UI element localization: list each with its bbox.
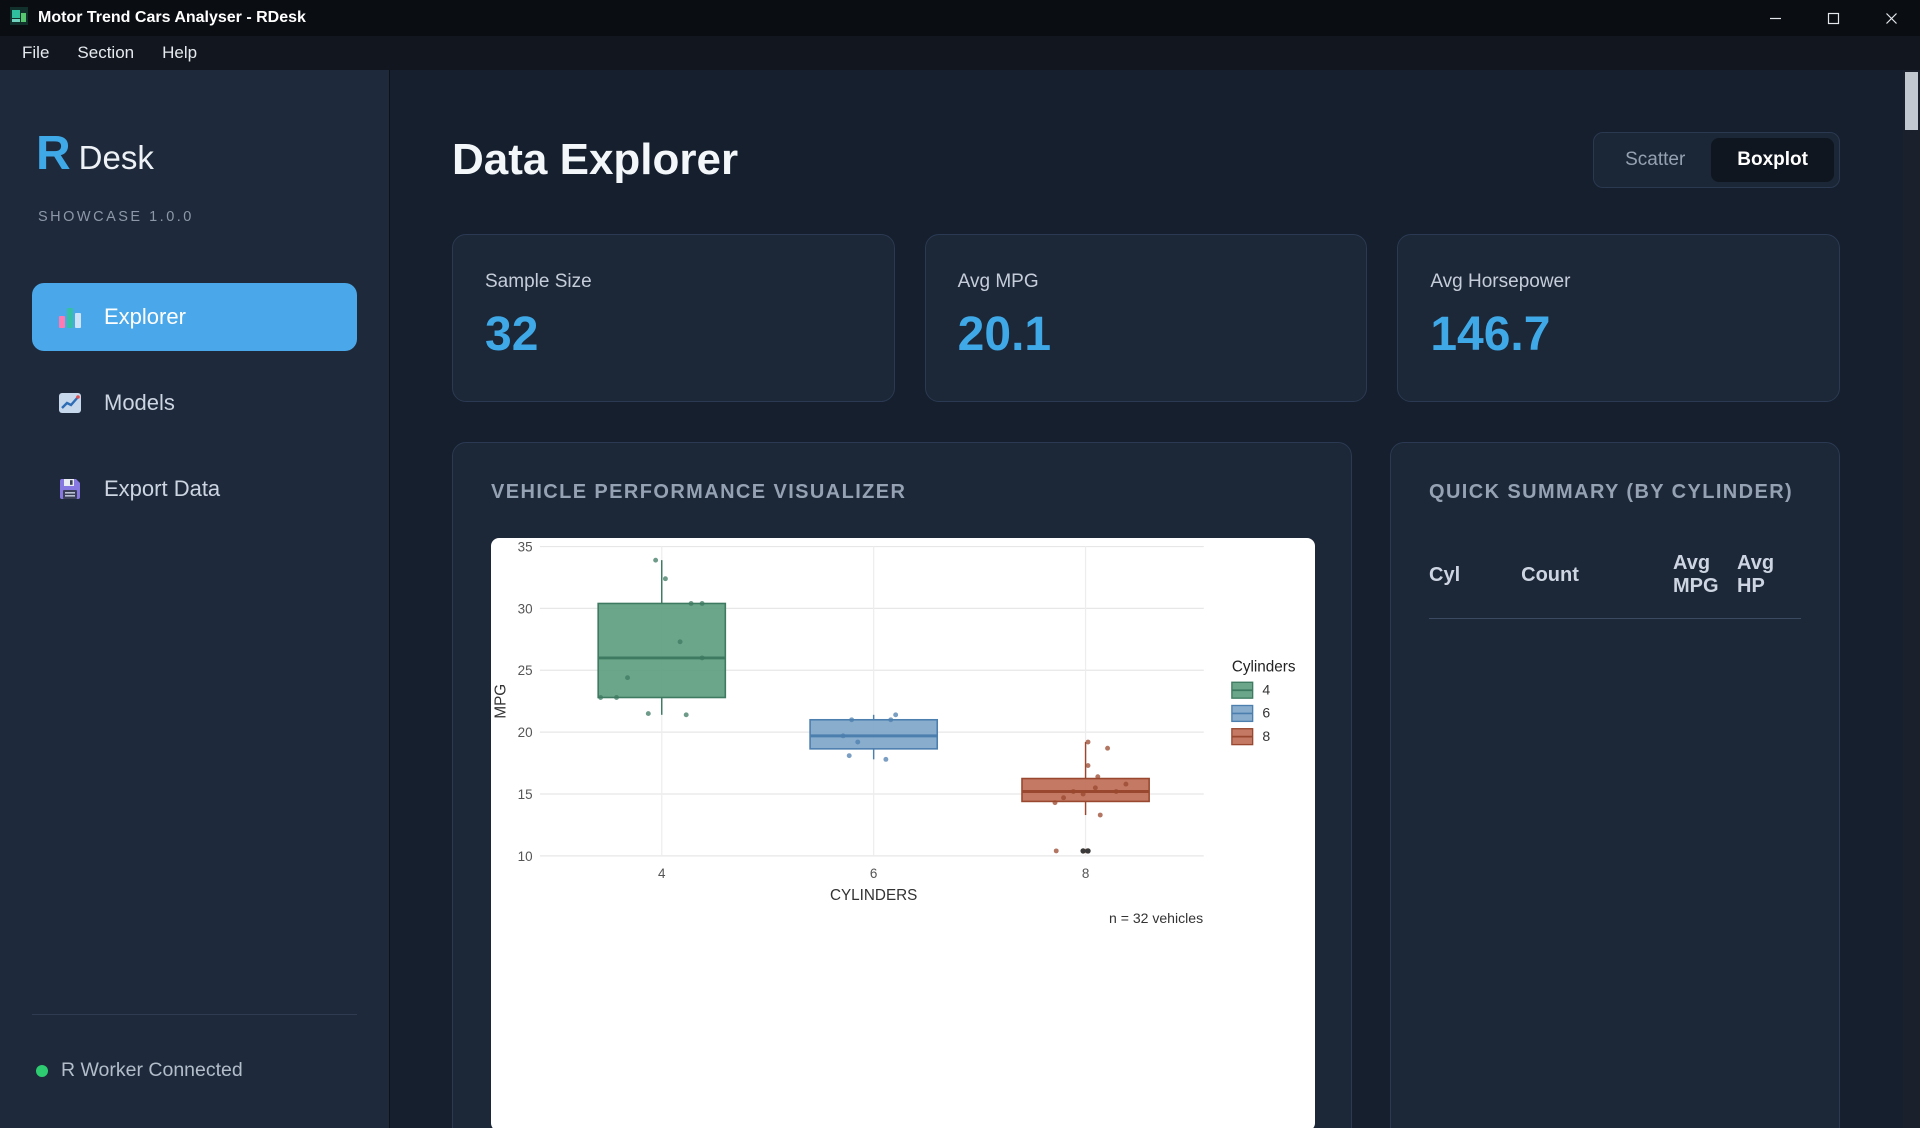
summary-col-avg-hp: Avg HP (1737, 552, 1801, 619)
stat-value: 32 (485, 307, 862, 362)
chart-type-toggle: Scatter Boxplot (1593, 132, 1840, 188)
visualizer-panel: VEHICLE PERFORMANCE VISUALIZER 10 15 20 25 3… (452, 442, 1352, 1128)
svg-text:6: 6 (870, 866, 877, 881)
maximize-button[interactable] (1804, 0, 1862, 36)
app-icon (10, 7, 28, 30)
svg-text:6: 6 (1262, 705, 1270, 721)
toggle-scatter[interactable]: Scatter (1599, 138, 1711, 182)
svg-text:15: 15 (518, 787, 533, 802)
boxplot-svg: 10 15 20 25 30 35 4 6 8 CYLINDERS MPG n = 32 vehicl… (491, 538, 1315, 1128)
sidebar-item-label: Export Data (104, 476, 220, 502)
stat-cards: Sample Size 32 Avg MPG 20.1 Avg Horsepow… (452, 234, 1840, 402)
minimize-button[interactable] (1746, 0, 1804, 36)
status-dot-icon (36, 1065, 48, 1077)
menu-bar: File Section Help (0, 36, 1920, 70)
svg-text:20: 20 (518, 725, 533, 740)
stat-label: Avg MPG (958, 271, 1335, 293)
logo-r: R (36, 126, 71, 181)
menu-help[interactable]: Help (148, 39, 211, 67)
summary-col-cyl: Cyl (1429, 552, 1521, 619)
svg-text:35: 35 (518, 539, 533, 554)
sidebar-nav: Explorer Models Export Data (32, 283, 357, 523)
visualizer-title: VEHICLE PERFORMANCE VISUALIZER (491, 481, 1313, 504)
menu-section[interactable]: Section (63, 39, 148, 67)
stat-value: 146.7 (1430, 307, 1807, 362)
boxplot-chart: 10 15 20 25 30 35 4 6 8 CYLINDERS MPG n = 32 vehicl… (491, 538, 1315, 1128)
close-button[interactable] (1862, 0, 1920, 36)
sidebar-item-explorer[interactable]: Explorer (32, 283, 357, 351)
stat-card-avg-horsepower: Avg Horsepower 146.7 (1397, 234, 1840, 402)
logo-text: Desk (79, 139, 154, 177)
stat-card-avg-mpg: Avg MPG 20.1 (925, 234, 1368, 402)
worker-status: R Worker Connected (32, 1059, 357, 1082)
summary-panel: QUICK SUMMARY (BY CYLINDER) Cyl Count Av… (1390, 442, 1840, 1128)
summary-col-count: Count (1521, 552, 1673, 619)
stat-label: Sample Size (485, 271, 862, 293)
summary-col-avg-mpg: Avg MPG (1673, 552, 1737, 619)
svg-text:Cylinders: Cylinders (1232, 658, 1296, 675)
sidebar-item-label: Explorer (104, 304, 186, 330)
stat-label: Avg Horsepower (1430, 271, 1807, 293)
svg-text:n = 32 vehicles: n = 32 vehicles (1109, 910, 1203, 926)
sidebar-bottom: R Worker Connected (32, 1014, 357, 1082)
app-logo: R Desk (32, 126, 357, 181)
sidebar-divider (32, 1014, 357, 1015)
save-icon (56, 475, 84, 503)
toggle-boxplot[interactable]: Boxplot (1711, 138, 1834, 182)
svg-text:MPG: MPG (493, 684, 510, 719)
window-title: Motor Trend Cars Analyser - RDesk (38, 9, 306, 27)
titlebar: Motor Trend Cars Analyser - RDesk (0, 0, 1920, 36)
svg-text:CYLINDERS: CYLINDERS (830, 887, 917, 904)
svg-text:4: 4 (1262, 681, 1270, 697)
bar-chart-icon (56, 303, 84, 331)
sidebar: R Desk SHOWCASE 1.0.0 Explorer Models (0, 70, 390, 1128)
scrollbar-thumb[interactable] (1905, 72, 1918, 130)
main-content: Data Explorer Scatter Boxplot Sample Siz… (390, 70, 1920, 1128)
vertical-scrollbar[interactable] (1903, 70, 1920, 1128)
line-chart-icon (56, 389, 84, 417)
summary-header-row: Cyl Count Avg MPG Avg HP (1429, 552, 1801, 619)
svg-text:8: 8 (1082, 866, 1089, 881)
sidebar-item-label: Models (104, 390, 175, 416)
stat-value: 20.1 (958, 307, 1335, 362)
version-label: SHOWCASE 1.0.0 (32, 209, 357, 225)
svg-text:8: 8 (1262, 728, 1270, 744)
svg-text:25: 25 (518, 663, 533, 678)
svg-text:4: 4 (658, 866, 666, 881)
summary-title: QUICK SUMMARY (BY CYLINDER) (1429, 481, 1801, 504)
svg-text:30: 30 (518, 601, 533, 616)
svg-text:10: 10 (518, 849, 533, 864)
sidebar-item-export-data[interactable]: Export Data (32, 455, 357, 523)
stat-card-sample-size: Sample Size 32 (452, 234, 895, 402)
status-label: R Worker Connected (61, 1059, 243, 1082)
page-title: Data Explorer (452, 135, 738, 185)
menu-file[interactable]: File (8, 39, 63, 67)
summary-table: Cyl Count Avg MPG Avg HP (1429, 552, 1801, 619)
sidebar-item-models[interactable]: Models (32, 369, 357, 437)
